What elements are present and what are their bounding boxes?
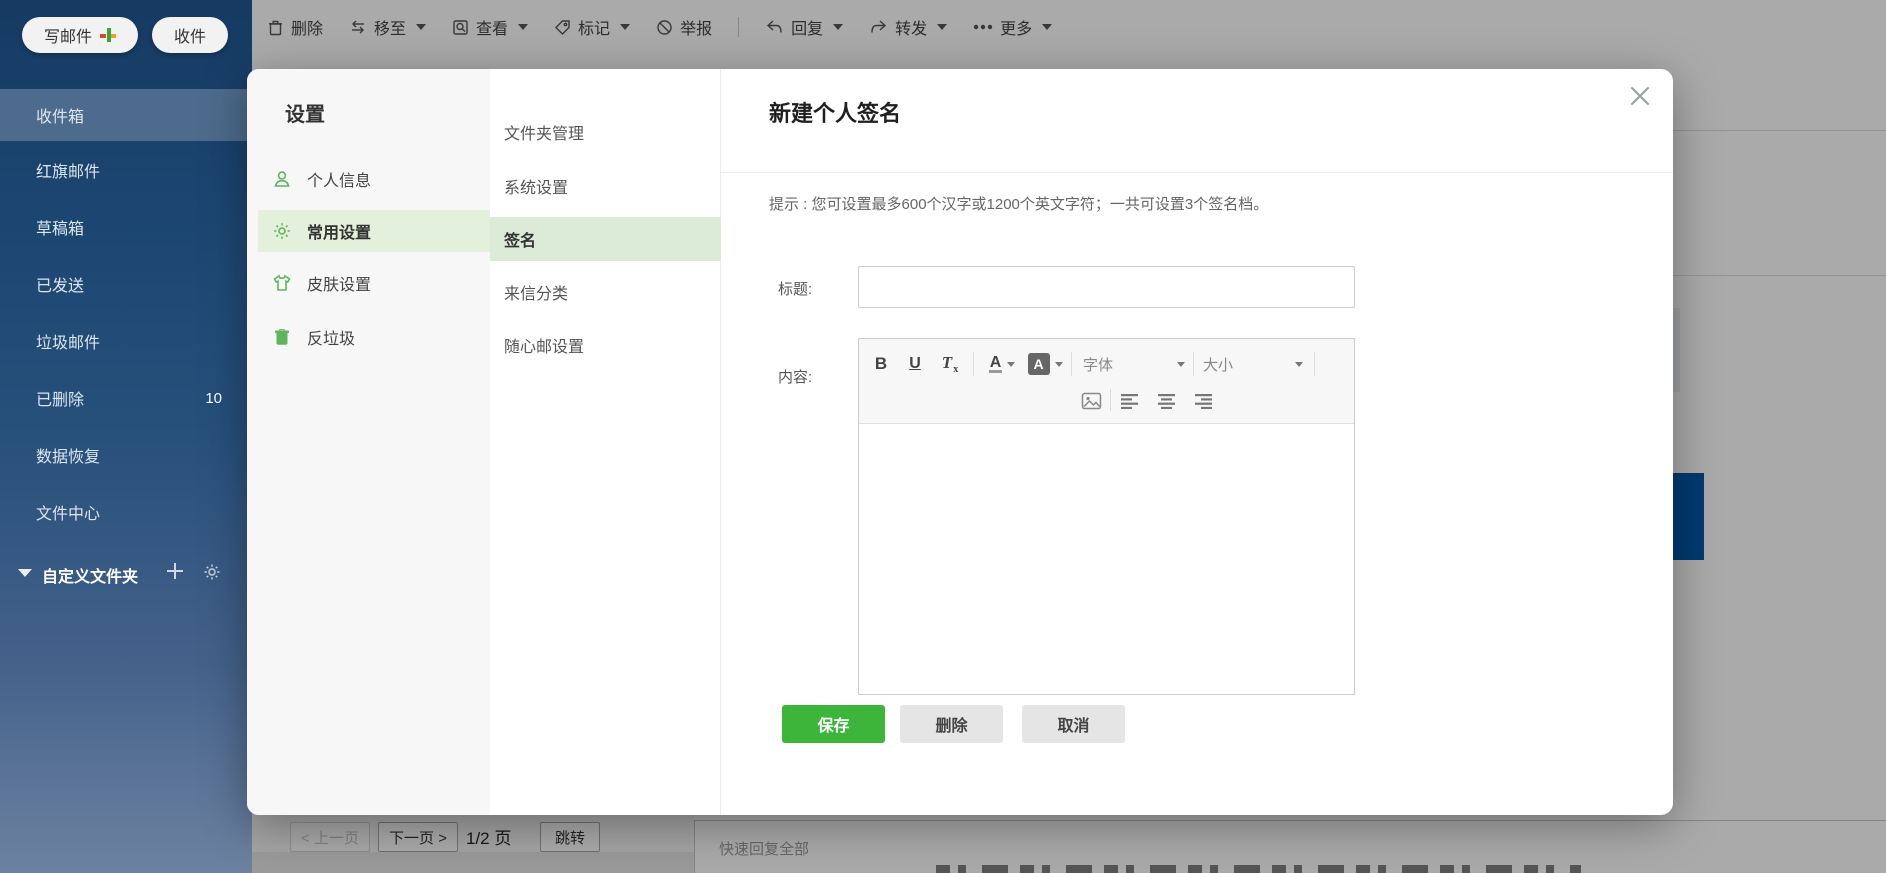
signature-panel: 新建个人签名 提示 : 您可设置最多600个汉字或1200个英文字符；一共可设置…: [721, 69, 1673, 815]
collapse-triangle-icon[interactable]: [18, 569, 32, 577]
app-root: 删除 移至 查看 标记 举报 回复 转发 更多 < 上一页 下一页 > 1/2 …: [0, 0, 1886, 873]
chevron-down-icon: [1054, 361, 1063, 367]
sidebar-item-spam[interactable]: 垃圾邮件: [0, 315, 252, 367]
receive-mail-button[interactable]: 收件: [152, 17, 228, 53]
folder-settings-icon[interactable]: [203, 563, 221, 581]
chevron-down-icon: [1177, 361, 1185, 367]
compose-button[interactable]: 写邮件: [22, 17, 138, 53]
cancel-button[interactable]: 取消: [1022, 705, 1125, 743]
align-left-button[interactable]: [1121, 387, 1140, 415]
sidebar-item-drafts[interactable]: 草稿箱: [0, 201, 252, 253]
shirt-icon: [273, 274, 291, 291]
person-icon: [274, 171, 290, 187]
editor-content-area[interactable]: [859, 424, 1354, 694]
sidebar-item-file-center[interactable]: 文件中心: [0, 486, 252, 538]
delete-button[interactable]: 删除: [900, 705, 1003, 743]
custom-folders-header[interactable]: 自定义文件夹: [0, 556, 252, 590]
align-right-icon: [1195, 394, 1212, 409]
chevron-down-icon: [1295, 361, 1303, 367]
insert-image-button[interactable]: [1081, 387, 1102, 415]
nav-item-common-settings[interactable]: 常用设置: [258, 210, 490, 252]
receive-label: 收件: [173, 29, 206, 46]
colored-plus-icon: [100, 27, 116, 43]
sidebar-item-flagged[interactable]: 红旗邮件: [0, 144, 252, 196]
signature-title-input[interactable]: [858, 266, 1355, 308]
sidebar: 写邮件 收件 收件箱 红旗邮件 草稿箱 已发送 垃圾邮件 已删除 10 数据恢复…: [0, 0, 252, 873]
signature-tip: 提示 : 您可设置最多600个汉字或1200个英文字符；一共可设置3个签名档。: [769, 196, 1269, 213]
chevron-down-icon: [1007, 361, 1016, 367]
settings-title: 设置: [285, 104, 325, 126]
font-family-dropdown[interactable]: 字体: [1079, 349, 1189, 379]
image-icon: [1081, 392, 1102, 410]
align-center-button[interactable]: [1157, 387, 1176, 415]
rich-text-editor: B U Tx A A 字体 大小: [858, 338, 1355, 695]
editor-toolbar: B U Tx A A 字体 大小: [859, 339, 1354, 424]
subnav-item-system-settings[interactable]: 系统设置: [490, 164, 721, 208]
nav-item-skin-settings[interactable]: 皮肤设置: [258, 262, 490, 304]
remove-format-button[interactable]: Tx: [933, 349, 967, 379]
subnav-item-mail-classification[interactable]: 来信分类: [490, 270, 721, 314]
close-icon[interactable]: [1627, 83, 1653, 109]
subnav-item-signature[interactable]: 签名: [490, 217, 721, 261]
panel-title: 新建个人签名: [769, 101, 902, 126]
underline-button[interactable]: U: [901, 349, 929, 379]
subnav-item-suixin-mail-settings[interactable]: 随心邮设置: [490, 323, 721, 367]
bg-color-button[interactable]: A: [1023, 349, 1067, 379]
nav-item-anti-spam[interactable]: 反垃圾: [258, 316, 490, 358]
title-field-label: 标题:: [778, 281, 813, 298]
font-size-dropdown[interactable]: 大小: [1199, 349, 1307, 379]
trash-icon: [274, 329, 290, 345]
settings-subnav-panel: 文件夹管理 系统设置 签名 来信分类 随心邮设置: [490, 69, 721, 815]
sidebar-item-inbox[interactable]: 收件箱: [0, 89, 252, 141]
settings-nav-panel: 设置 个人信息 常用设置 皮肤设置 反垃圾: [247, 69, 490, 815]
align-center-icon: [1158, 394, 1175, 409]
deleted-count-badge: 10: [205, 389, 222, 407]
save-button[interactable]: 保存: [782, 705, 885, 743]
compose-label: 写邮件: [43, 29, 92, 46]
sidebar-item-data-recovery[interactable]: 数据恢复: [0, 429, 252, 481]
add-folder-icon[interactable]: [166, 562, 184, 580]
content-field-label: 内容:: [778, 369, 813, 386]
settings-modal: 设置 个人信息 常用设置 皮肤设置 反垃圾 文件夹管理 系统设置 签名 来信分类: [247, 69, 1673, 815]
bold-button[interactable]: B: [867, 349, 895, 379]
sidebar-item-sent[interactable]: 已发送: [0, 258, 252, 310]
custom-folders-label: 自定义文件夹: [42, 569, 139, 586]
gear-icon: [274, 223, 290, 239]
panel-divider: [721, 172, 1673, 173]
align-left-icon: [1121, 394, 1138, 409]
nav-item-personal-info[interactable]: 个人信息: [258, 158, 490, 200]
sidebar-item-deleted[interactable]: 已删除 10: [0, 372, 252, 424]
align-right-button[interactable]: [1193, 387, 1212, 415]
text-color-button[interactable]: A: [981, 349, 1023, 379]
subnav-item-folder-management[interactable]: 文件夹管理: [490, 110, 721, 154]
